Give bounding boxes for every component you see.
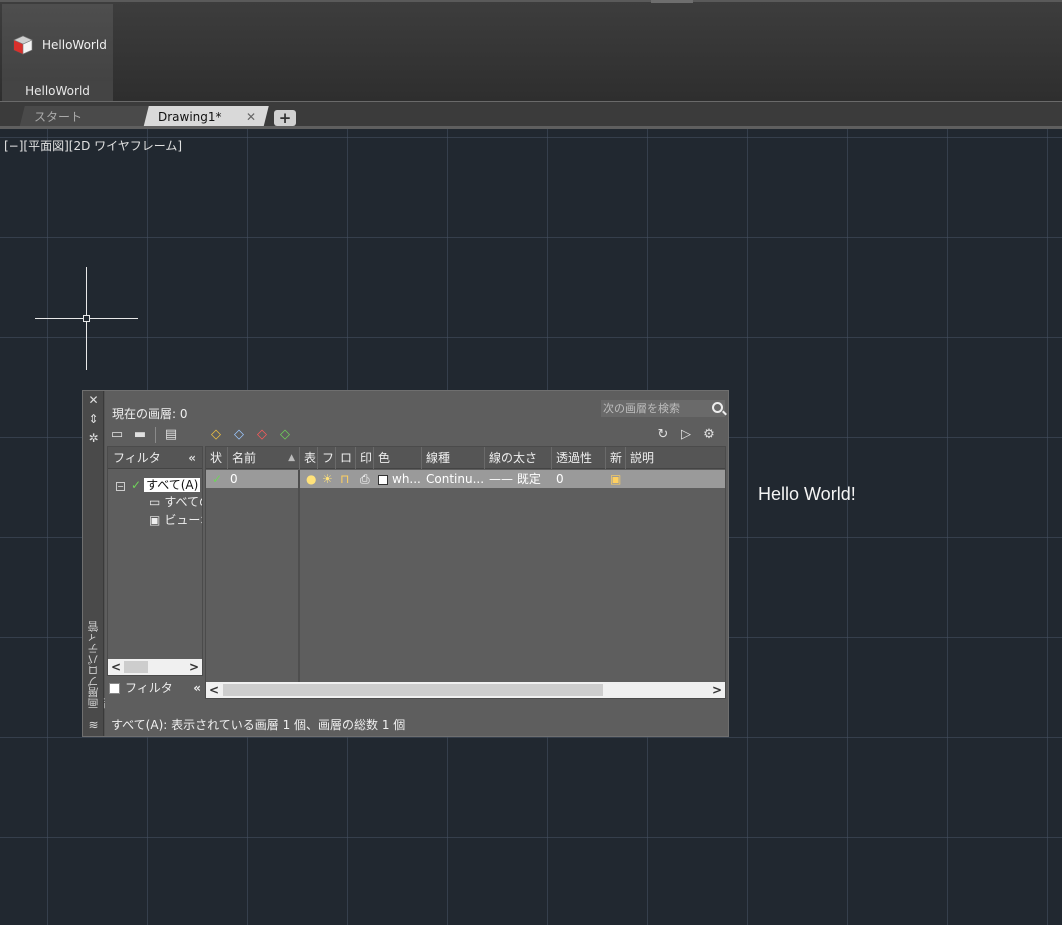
palette-title-strip[interactable]: ✕ ⇕ ✲ 画層プロパティ管理 ≋ [83,391,116,736]
filter-tree-pane: フィルタ « −✓すべて(A) ▭すべての ▣ビューポ < > [107,446,203,676]
tree-node-viewport[interactable]: ▣ビューポ [149,511,202,528]
layer-settings-icon[interactable]: ▷ [678,428,694,442]
tree-scroll-thumb[interactable] [124,661,148,673]
color-swatch [378,474,388,485]
col-freeze[interactable]: フ [318,447,336,469]
layer-color-value: wh... [392,472,421,486]
new-layer-vp-frozen-icon[interactable]: ◇ [231,428,247,442]
layer-transparency-cell[interactable]: 0 [552,470,606,488]
sun-thaw-icon[interactable]: ☀ [318,470,336,488]
invert-filter-toggle[interactable]: フィルタ « [109,679,203,697]
add-tab-button[interactable]: + [274,110,296,126]
scroll-left-icon[interactable]: < [207,682,221,698]
tab-start[interactable]: スタート [19,106,149,128]
filter-folder-icon: ▭ [149,495,161,509]
layer-status-line: すべて(A): 表示されている画層 1 個、画層の総数 1 個 [111,718,406,732]
collapse-filter-button[interactable]: « [193,679,201,697]
new-group-filter-icon[interactable]: ▬ [132,428,148,442]
current-layer-check-icon: ✓ [212,472,223,486]
cube-icon [13,35,33,55]
tree-node-all[interactable]: − ✓ すべて(A) [116,476,202,493]
hello-world-text-object[interactable]: Hello World! [758,484,856,505]
grid-column-divider [298,470,300,682]
scroll-left-icon[interactable]: < [109,659,123,675]
scroll-right-icon[interactable]: > [710,682,724,698]
filter-header-label: フィルタ [113,451,161,465]
lock-unlocked-icon[interactable]: ⊓ [336,470,356,488]
col-on[interactable]: 表 [300,447,318,469]
file-tab-bar: スタート Drawing1* ✕ + [0,101,1062,128]
layer-grid-header: 状 名前 ▲ 表 フ ロ 印 色 線種 線の太さ 透過性 新 説明 [206,447,725,469]
tab-start-label: スタート [34,110,83,124]
palette-side-title: 画層プロパティ管理 [87,621,116,709]
layer-list-grid: 状 名前 ▲ 表 フ ロ 印 色 線種 線の太さ 透過性 新 説明 ✓ 0 ● ☀… [205,446,726,699]
auto-hide-icon[interactable]: ⇕ [87,413,100,426]
search-placeholder: 次の画層を検索 [603,402,680,415]
col-linetype[interactable]: 線種 [422,447,485,469]
crosshair-pickbox [83,315,90,322]
col-name[interactable]: 名前 ▲ [228,447,300,469]
helloworld-ribbon-button[interactable]: HelloWorld [12,32,107,58]
toolbar-separator [155,427,156,443]
tree-node-all-used[interactable]: ▭すべての [149,493,202,510]
refresh-icon[interactable]: ↻ [655,428,671,442]
col-new-vp-freeze[interactable]: 新 [606,447,626,469]
palette-body: 現在の画層: 0 次の画層を検索 ▭ ▬ ▤ ◇ ◇ ◇ ◇ ↻ ▷ ⚙ フィル… [105,391,728,736]
col-lineweight[interactable]: 線の太さ [485,447,552,469]
col-lock[interactable]: ロ [336,447,356,469]
layer-properties-palette: ✕ ⇕ ✲ 画層プロパティ管理 ≋ 現在の画層: 0 次の画層を検索 ▭ ▬ ▤… [82,390,729,737]
layer-name-cell[interactable]: 0 [226,470,298,488]
table-row[interactable]: ✓ 0 ● ☀ ⊓ ⎙ wh... Continu... —— 既定 0 ▣ [206,470,725,488]
lightbulb-on-icon[interactable]: ● [302,470,318,488]
tree-node-all-used-label: すべての [164,495,202,509]
new-property-filter-icon[interactable]: ▭ [109,428,125,442]
sort-ascending-icon: ▲ [288,453,295,463]
layer-states-manager-icon[interactable]: ▤ [163,428,179,442]
tree-node-all-label: すべて(A) [144,478,201,492]
grid-horizontal-scrollbar[interactable]: < > [206,682,725,698]
printer-icon[interactable]: ⎙ [356,470,374,488]
col-color[interactable]: 色 [374,447,422,469]
grid-scroll-thumb[interactable] [223,684,603,696]
tab-drawing1[interactable]: Drawing1* ✕ [143,106,269,128]
set-current-layer-icon[interactable]: ◇ [277,428,293,442]
search-icon[interactable] [712,402,723,413]
invert-filter-label: フィルタ [125,681,173,695]
settings-gear-icon[interactable]: ⚙ [701,428,717,442]
col-plot[interactable]: 印 [356,447,374,469]
tree-horizontal-scrollbar[interactable]: < > [108,659,202,675]
layers-stack-icon: ≋ [88,718,99,732]
close-icon[interactable]: ✕ [87,394,100,407]
tab-drawing1-label: Drawing1* [158,110,222,124]
col-name-label: 名前 [232,451,257,465]
delete-layer-icon[interactable]: ◇ [254,428,270,442]
layer-color-cell[interactable]: wh... [374,470,422,488]
ribbon-top-marker [651,0,693,3]
layer-lineweight-cell[interactable]: —— 既定 [485,470,552,488]
scroll-right-icon[interactable]: > [187,659,201,675]
invert-filter-checkbox[interactable] [109,683,120,694]
col-transparency[interactable]: 透過性 [552,447,606,469]
ribbon: HelloWorld HelloWorld [0,0,1062,101]
properties-gear-icon[interactable]: ✲ [87,432,100,445]
col-description[interactable]: 説明 [626,447,725,469]
ribbon-panel-title: HelloWorld [2,81,113,101]
current-layer-label: 現在の画層: 0 [112,407,188,421]
viewport-controls-label[interactable]: [−][平面図][2D ワイヤフレーム] [4,137,182,154]
check-icon: ✓ [131,478,142,492]
layer-linetype-cell[interactable]: Continu... [422,470,485,488]
filter-tree-header: フィルタ « [108,447,202,469]
tree-collapse-icon[interactable]: − [116,482,125,491]
helloworld-button-label: HelloWorld [42,38,107,52]
new-vp-freeze-icon[interactable]: ▣ [606,470,626,488]
viewport-filter-icon: ▣ [149,513,161,527]
ribbon-panel-helloworld: HelloWorld HelloWorld [2,4,113,101]
col-status[interactable]: 状 [206,447,228,469]
tree-node-viewport-label: ビューポ [164,513,202,527]
close-icon[interactable]: ✕ [246,106,256,128]
new-layer-icon[interactable]: ◇ [208,428,224,442]
collapse-filter-pane-button[interactable]: « [188,447,196,469]
layer-search-input[interactable]: 次の画層を検索 [601,400,725,417]
